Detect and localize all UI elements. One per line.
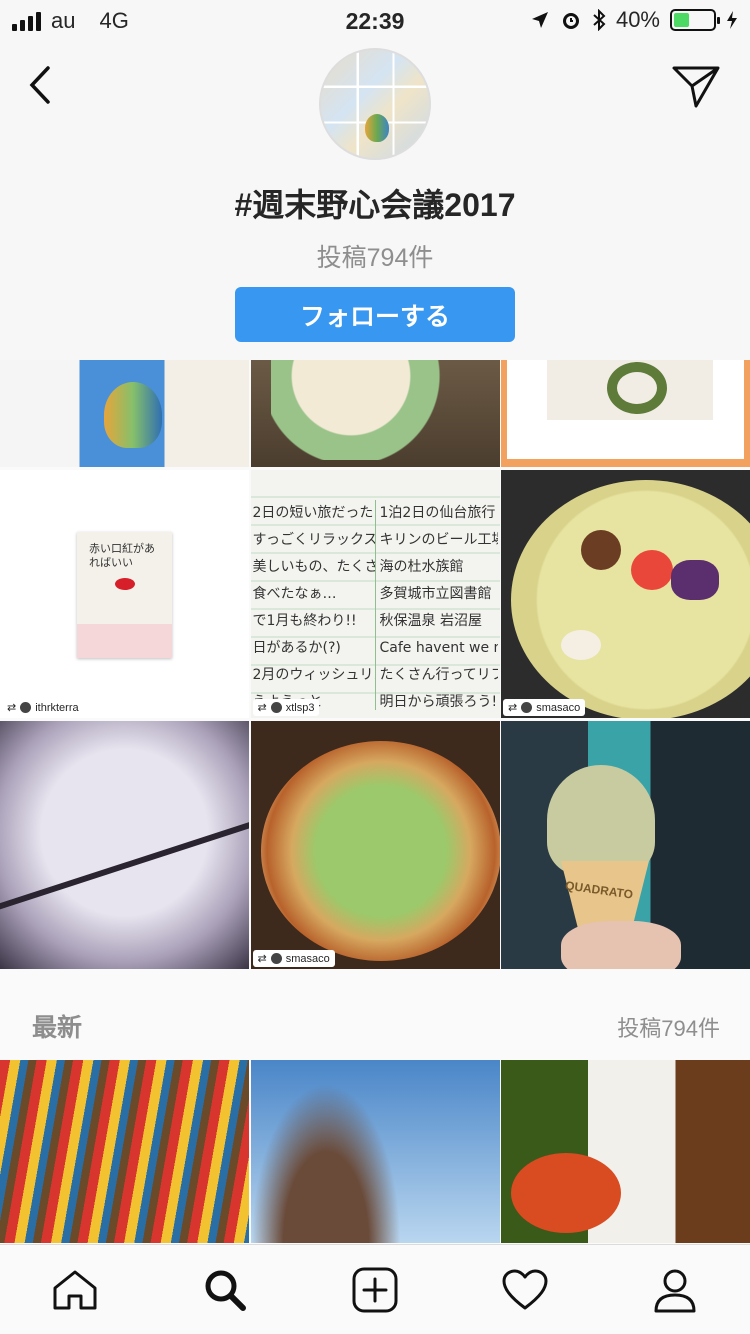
post-tile[interactable] — [501, 360, 750, 467]
home-icon — [53, 1270, 97, 1309]
avatar — [20, 702, 32, 713]
regram-badge: ⇄ ithrkterra — [2, 699, 84, 716]
tab-home[interactable] — [45, 1260, 105, 1320]
regram-icon: ⇄ — [257, 702, 267, 714]
profile-icon — [654, 1269, 696, 1312]
book-title: 赤い口紅があればいい — [89, 543, 155, 569]
activity-heart-icon — [502, 1269, 548, 1309]
post-tile[interactable] — [250, 360, 500, 467]
battery-percent: 40% — [615, 7, 660, 32]
book-cover: 赤い口紅があればいい — [77, 532, 172, 658]
recent-posts-grid — [0, 1060, 750, 1243]
bluetooth-icon — [593, 9, 606, 31]
page-title: #週末野心会議2017 — [234, 187, 516, 223]
regram-username: smasaco — [285, 952, 330, 965]
post-tile[interactable] — [501, 1060, 750, 1243]
location-arrow-icon — [531, 12, 548, 28]
post-tile[interactable]: 2日の短い旅だった すっごくリラックス♡ 美しいもの、たくさん 食べたなぁ… で… — [250, 470, 500, 718]
post-count: 投稿794件 — [316, 244, 434, 272]
post-tile[interactable]: QUADRATO — [501, 721, 750, 969]
regram-icon: ⇄ — [7, 702, 17, 714]
regram-icon: ⇄ — [257, 953, 267, 965]
post-tile[interactable] — [250, 1060, 500, 1243]
battery-fill — [674, 13, 690, 27]
avatar — [270, 702, 282, 713]
alarm-icon — [562, 13, 579, 29]
status-bar: au 4G 22:39 40% — [0, 0, 750, 40]
post-tile[interactable] — [0, 721, 249, 969]
note-text-right: 1泊2日の仙台旅行 キリンのビール工場 海の杜水族館 多賀城市立図書館 秋保温泉… — [379, 505, 498, 710]
regram-username: ithrkterra — [35, 701, 79, 714]
battery-icon — [670, 9, 720, 31]
charging-icon — [727, 11, 737, 29]
regram-username: smasaco — [536, 701, 581, 714]
recent-section-title: 最新 — [32, 1014, 83, 1042]
add-post-icon — [352, 1267, 398, 1312]
regram-username: xtlsp3 — [285, 701, 315, 714]
bottom-tab-bar — [0, 1244, 750, 1334]
hashtag-avatar — [319, 48, 431, 160]
regram-badge: ⇄ smasaco — [252, 950, 335, 967]
hashtag-header: #週末野心会議2017 投稿794件 フォローする — [0, 40, 750, 360]
avatar — [521, 702, 533, 713]
regram-icon: ⇄ — [508, 702, 518, 714]
tab-new-post[interactable] — [345, 1260, 405, 1320]
post-tile[interactable] — [0, 360, 249, 467]
regram-badge: ⇄ smasaco — [503, 699, 586, 716]
tab-activity[interactable] — [495, 1260, 555, 1320]
back-chevron-icon[interactable] — [22, 62, 62, 108]
tab-search[interactable] — [195, 1260, 255, 1320]
post-tile[interactable]: ⇄ smasaco — [501, 470, 750, 718]
post-tile[interactable]: ⇄ smasaco — [250, 721, 500, 969]
note-text: 2日の短い旅だった すっごくリラックス♡ 美しいもの、たくさん 食べたなぁ… で… — [252, 505, 375, 710]
tab-profile[interactable] — [645, 1260, 705, 1320]
follow-button[interactable]: フォローする — [235, 287, 515, 342]
avatar — [270, 953, 282, 964]
search-icon — [205, 1270, 246, 1311]
share-send-icon[interactable] — [670, 62, 722, 110]
post-tile[interactable] — [0, 1060, 249, 1243]
regram-badge: ⇄ xtlsp3 — [252, 699, 320, 716]
recent-post-count: 投稿794件 — [617, 1016, 720, 1041]
post-tile[interactable]: 赤い口紅があればいい ⇄ ithrkterra — [0, 470, 249, 718]
top-posts-grid: 赤い口紅があればいい ⇄ ithrkterra 2日の短い旅だった すっごくリラッ… — [0, 360, 750, 969]
